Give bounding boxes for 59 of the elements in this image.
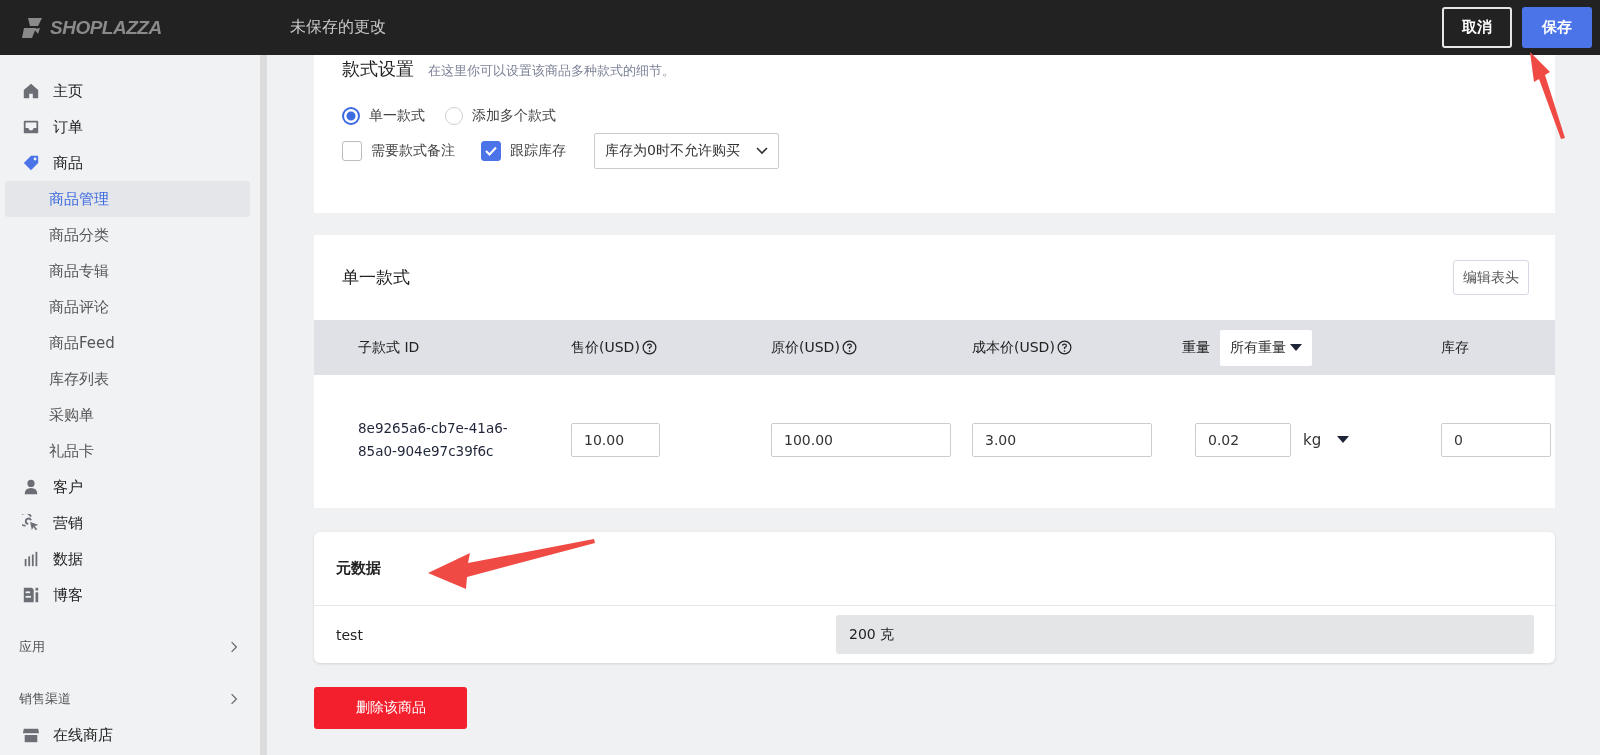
radio-option[interactable]: 单一款式 [342, 107, 425, 125]
help-icon [1056, 340, 1072, 355]
caret-down-icon [1290, 343, 1302, 352]
section-hint: 在这里你可以设置该商品多种款式的细节。 [428, 62, 675, 80]
sidebar-section[interactable]: 销售渠道 [5, 681, 260, 717]
section-title: 款式设置 [342, 57, 414, 81]
variant-id: 8e9265a6-cb7e-41a6-85a0-904e97c39f6c [358, 419, 509, 461]
column-header: 库存 [1441, 338, 1469, 357]
sidebar-item[interactable]: 订单 [5, 109, 260, 145]
logo-mark-icon [20, 15, 44, 40]
compare-price-field[interactable]: 100.00 [771, 423, 951, 457]
sidebar-subitem[interactable]: 商品评论 [5, 289, 250, 325]
column-header: 子款式 ID [358, 338, 420, 357]
checkbox-option[interactable]: 跟踪库存 [481, 141, 566, 161]
sidebar-subitem[interactable]: 商品Feed [5, 325, 250, 361]
help-icon [641, 340, 657, 355]
column-header: 成本价(USD) [972, 338, 1055, 357]
chevron-down-icon [755, 147, 768, 155]
chevron-right-icon [230, 641, 238, 653]
sidebar-section[interactable]: 应用 [5, 629, 260, 665]
column-header: 重量 [1182, 338, 1210, 357]
edit-header-button[interactable]: 编辑表头 [1453, 260, 1529, 295]
weight-filter-dropdown[interactable]: 所有重量 [1220, 329, 1312, 366]
sidebar-item[interactable]: 主页 [5, 73, 260, 109]
sidebar-subitem[interactable]: 商品专辑 [5, 253, 250, 289]
sidebar-item[interactable]: 客户 [5, 469, 260, 505]
metafield-key: test [336, 626, 363, 643]
cancel-button[interactable]: 取消 [1442, 7, 1512, 48]
unit-dropdown[interactable]: kg [1303, 431, 1350, 449]
column-header: 售价(USD) [571, 338, 640, 357]
logo-text: SHOPLAZZA [50, 16, 162, 39]
sidebar-subitem[interactable]: 礼品卡 [5, 433, 250, 469]
metafield-value: 200 克 [836, 615, 1534, 654]
help-icon [841, 340, 857, 355]
sidebar-subitem[interactable]: 采购单 [5, 397, 250, 433]
delete-product-button[interactable]: 删除该商品 [314, 687, 467, 729]
section-title: 元数据 [336, 559, 381, 578]
page-title: 未保存的更改 [290, 17, 387, 38]
radio-option[interactable]: 添加多个款式 [445, 107, 556, 125]
inventory-policy-dropdown[interactable]: 库存为0时不允许购买 [594, 133, 779, 169]
section-title: 单一款式 [342, 266, 410, 289]
check-icon [485, 146, 497, 156]
sidebar-item[interactable]: 营销 [5, 505, 260, 541]
cost-field[interactable]: 3.00 [972, 423, 1152, 457]
price-field[interactable]: 10.00 [571, 423, 660, 457]
sidebar-subitem[interactable]: 商品分类 [5, 217, 250, 253]
sidebar-subitem[interactable]: 商品管理 [5, 181, 250, 217]
weight-field[interactable]: 0.02 [1195, 423, 1291, 457]
chevron-right-icon [230, 693, 238, 705]
column-header: 原价(USD) [771, 338, 840, 357]
sidebar-item[interactable]: 数据 [5, 541, 260, 577]
sidebar-item[interactable]: 商品 [5, 145, 260, 181]
checkbox-option[interactable]: 需要款式备注 [342, 141, 455, 161]
caret-down-icon [1337, 436, 1350, 444]
sidebar-subitem[interactable]: 库存列表 [5, 361, 250, 397]
stock-field[interactable]: 0 [1441, 423, 1551, 457]
sidebar-item[interactable]: 在线商店 [5, 717, 260, 753]
sidebar-item[interactable]: 博客 [5, 577, 260, 613]
save-button[interactable]: 保存 [1522, 7, 1592, 48]
